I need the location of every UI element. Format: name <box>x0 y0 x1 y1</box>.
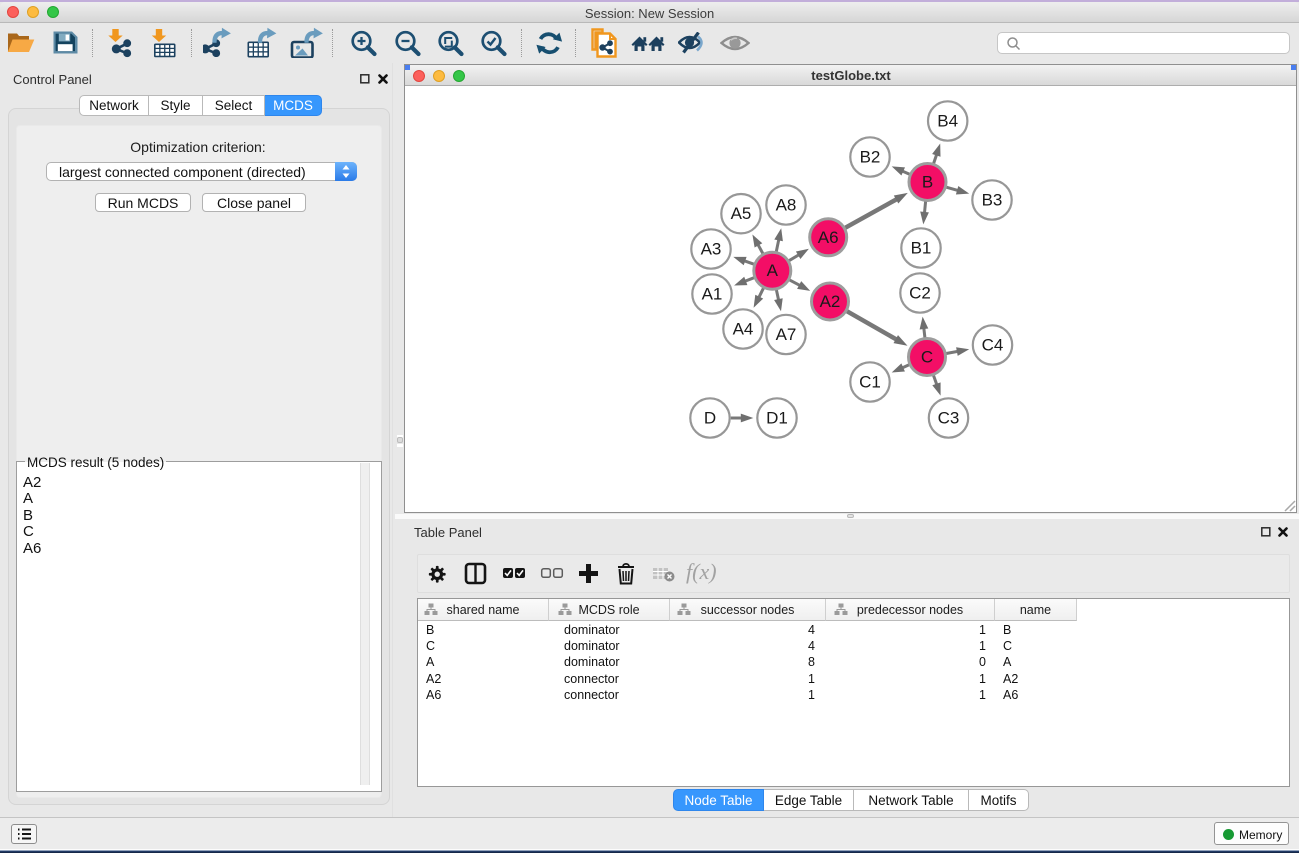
svg-text:D1: D1 <box>766 409 788 428</box>
svg-text:B1: B1 <box>911 239 932 258</box>
svg-text:A7: A7 <box>776 325 797 344</box>
svg-text:C2: C2 <box>909 284 931 303</box>
svg-text:A5: A5 <box>731 204 752 223</box>
svg-text:A4: A4 <box>733 320 754 339</box>
svg-text:B2: B2 <box>860 148 881 167</box>
svg-text:A8: A8 <box>776 196 797 215</box>
svg-text:C1: C1 <box>859 373 881 392</box>
svg-text:A: A <box>767 261 779 280</box>
svg-text:A3: A3 <box>701 240 722 259</box>
svg-text:C4: C4 <box>982 336 1004 355</box>
svg-text:D: D <box>704 409 716 428</box>
svg-text:A2: A2 <box>820 292 841 311</box>
svg-text:B: B <box>922 173 933 192</box>
svg-text:C: C <box>921 348 933 367</box>
svg-text:B4: B4 <box>937 112 958 131</box>
svg-text:B3: B3 <box>982 191 1003 210</box>
svg-text:C3: C3 <box>938 409 960 428</box>
svg-text:A1: A1 <box>702 285 723 304</box>
svg-text:A6: A6 <box>818 228 839 247</box>
